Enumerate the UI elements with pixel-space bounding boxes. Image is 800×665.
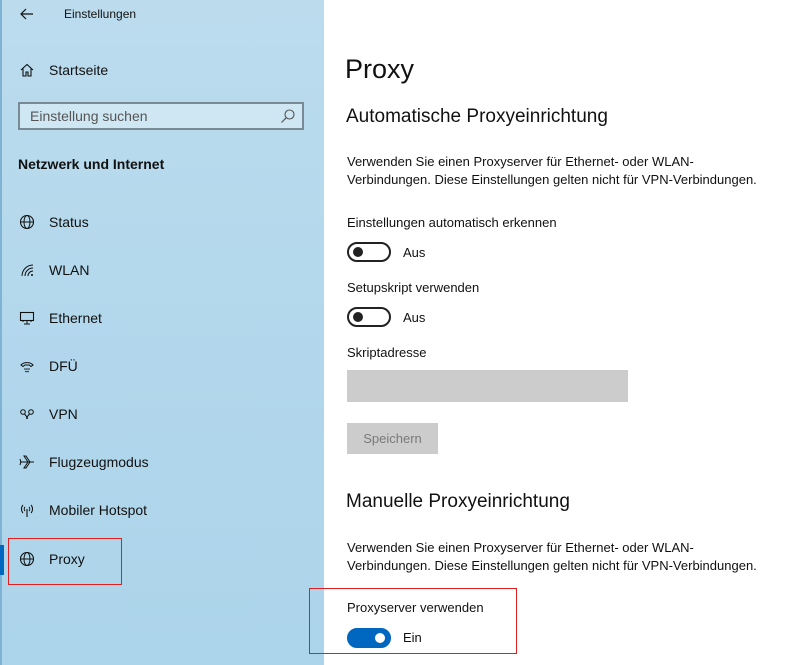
airplane-icon xyxy=(18,453,36,471)
auto-detect-label: Einstellungen automatisch erkennen xyxy=(347,215,557,230)
home-icon xyxy=(18,61,36,79)
settings-window: Einstellungen Startseite Netzwerk und In… xyxy=(0,0,800,665)
setup-script-toggle[interactable] xyxy=(347,307,391,327)
auto-proxy-description: Verwenden Sie einen Proxyserver für Ethe… xyxy=(347,153,797,189)
toggle-knob xyxy=(353,247,363,257)
sidebar-item-status[interactable]: Status xyxy=(0,203,324,243)
sidebar-item-wlan[interactable]: WLAN xyxy=(0,251,324,291)
app-title: Einstellungen xyxy=(64,7,137,21)
back-button[interactable] xyxy=(14,2,40,26)
use-proxy-highlight-frame xyxy=(309,588,517,654)
manual-proxy-description-line1: Verwenden Sie einen Proxyserver für Ethe… xyxy=(347,540,694,555)
sidebar-item-label: Startseite xyxy=(49,62,109,78)
setup-script-label: Setupskript verwenden xyxy=(347,280,480,295)
search-box xyxy=(18,102,304,130)
globe-status-icon xyxy=(18,213,36,231)
sidebar-item-vpn[interactable]: VPN xyxy=(0,395,324,435)
setup-script-state: Aus xyxy=(403,310,426,325)
sidebar-item-label: WLAN xyxy=(49,262,90,278)
sidebar-item-label: Mobiler Hotspot xyxy=(49,502,148,518)
main-content: Proxy Automatische Proxyeinrichtung Verw… xyxy=(324,0,800,665)
ethernet-icon xyxy=(18,309,36,327)
auto-proxy-heading: Automatische Proxyeinrichtung xyxy=(346,106,608,127)
sidebar-item-label: Flugzeugmodus xyxy=(49,454,149,470)
script-address-input[interactable] xyxy=(347,370,628,402)
search-icon[interactable] xyxy=(280,108,296,124)
manual-proxy-heading: Manuelle Proxyeinrichtung xyxy=(346,491,570,512)
sidebar-item-label: DFÜ xyxy=(49,358,78,374)
manual-proxy-description: Verwenden Sie einen Proxyserver für Ethe… xyxy=(347,539,797,575)
toggle-knob xyxy=(353,312,363,322)
sidebar-item-ethernet[interactable]: Ethernet xyxy=(0,299,324,339)
vpn-icon xyxy=(18,405,36,423)
sidebar-item-airplane-mode[interactable]: Flugzeugmodus xyxy=(0,443,324,483)
dialup-icon xyxy=(18,357,36,375)
sidebar-item-label: VPN xyxy=(49,406,78,422)
auto-detect-state: Aus xyxy=(403,245,426,260)
sidebar-item-label: Ethernet xyxy=(49,310,102,326)
wifi-icon xyxy=(18,261,36,279)
sidebar-item-home[interactable]: Startseite xyxy=(0,51,324,91)
page-title: Proxy xyxy=(345,54,415,84)
sidebar-item-label: Status xyxy=(49,214,89,230)
title-bar: Einstellungen xyxy=(0,0,324,30)
auto-proxy-description-line2: Verbindungen. Diese Einstellungen gelten… xyxy=(347,172,757,187)
hotspot-icon xyxy=(18,501,36,519)
proxy-highlight-frame xyxy=(8,538,122,585)
auto-proxy-description-line1: Verwenden Sie einen Proxyserver für Ethe… xyxy=(347,154,694,169)
auto-detect-toggle[interactable] xyxy=(347,242,391,262)
sidebar: Einstellungen Startseite Netzwerk und In… xyxy=(0,0,324,665)
section-heading: Netzwerk und Internet xyxy=(18,156,165,172)
save-button[interactable]: Speichern xyxy=(347,423,438,454)
sidebar-item-mobile-hotspot[interactable]: Mobiler Hotspot xyxy=(0,491,324,531)
back-arrow-icon xyxy=(20,8,33,20)
manual-proxy-description-line2: Verbindungen. Diese Einstellungen gelten… xyxy=(347,558,757,573)
script-address-label: Skriptadresse xyxy=(347,345,427,360)
sidebar-item-dialup[interactable]: DFÜ xyxy=(0,347,324,387)
search-input[interactable] xyxy=(20,104,280,128)
